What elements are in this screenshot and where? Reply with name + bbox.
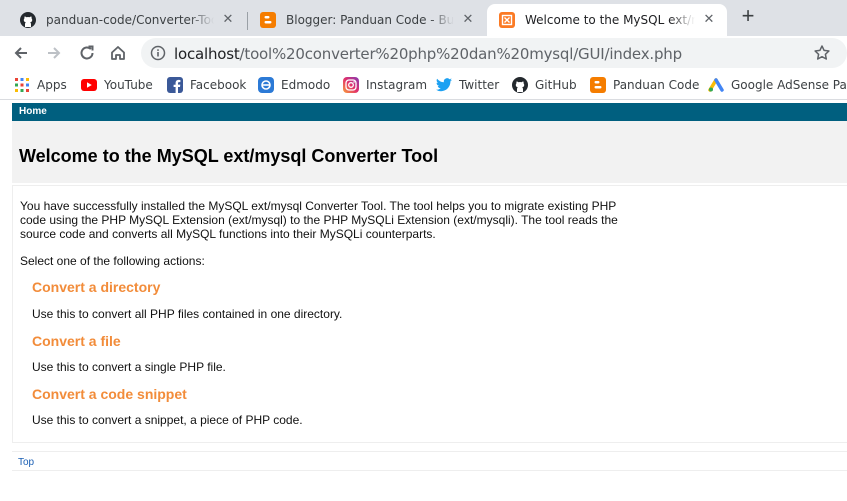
convert-directory-link[interactable]: Convert a directory: [32, 279, 160, 295]
blogger-icon: [590, 77, 606, 93]
main-content: You have successfully installed the MySQ…: [12, 185, 847, 443]
edmodo-icon: [258, 77, 274, 93]
close-icon[interactable]: ✕: [701, 12, 717, 28]
tab-github[interactable]: panduan-code/Converter-Tool-PHP ✕: [8, 4, 246, 36]
home-button[interactable]: [106, 41, 130, 65]
new-tab-button[interactable]: +: [737, 5, 759, 28]
bookmark-label: GitHub: [535, 78, 577, 92]
url-path: /tool%20converter%20php%20dan%20mysql/GU…: [239, 45, 683, 63]
page-viewport: Home Welcome to the MySQL ext/mysql Conv…: [0, 101, 847, 501]
tab-title: panduan-code/Converter-Tool-PHP: [46, 13, 214, 27]
bookmark-label: Twitter: [459, 78, 500, 92]
browser-toolbar: localhost/tool%20converter%20php%20dan%2…: [0, 36, 847, 70]
bookmark-star-icon[interactable]: [813, 44, 831, 67]
bookmark-label: Facebook: [190, 78, 247, 92]
tab-title: Blogger: Panduan Code - Buat entri: [286, 13, 454, 27]
arrow-left-icon: [14, 47, 27, 59]
bookmark-facebook[interactable]: Facebook: [167, 76, 246, 94]
blogger-icon: [260, 12, 276, 28]
bookmark-label: Edmodo: [281, 78, 331, 92]
reload-icon: [80, 45, 94, 60]
actions-prompt: Select one of the following actions:: [20, 254, 205, 268]
convert-snippet-link[interactable]: Convert a code snippet: [32, 386, 187, 402]
github-icon: [20, 12, 36, 28]
apps-grid-icon: [14, 77, 30, 93]
adsense-icon: [708, 77, 724, 93]
bookmark-label: Apps: [37, 78, 67, 92]
home-icon: [111, 46, 125, 60]
bookmark-twitter[interactable]: Twitter: [436, 76, 499, 94]
info-icon[interactable]: [150, 45, 166, 66]
tab-strip: panduan-code/Converter-Tool-PHP ✕ Blogge…: [0, 0, 847, 36]
convert-directory-desc: Use this to convert all PHP files contai…: [32, 307, 343, 321]
close-icon[interactable]: ✕: [220, 12, 236, 28]
page-header: Welcome to the MySQL ext/mysql Converter…: [12, 121, 847, 183]
url-host: localhost: [174, 45, 240, 63]
bookmark-label: Panduan Code: [613, 78, 700, 92]
bookmark-edmodo[interactable]: Edmodo: [258, 76, 330, 94]
bookmark-label: Google AdSense Pa...: [731, 78, 847, 92]
back-button[interactable]: [9, 41, 33, 65]
top-nav-bar: Home: [12, 103, 847, 121]
arrow-right-icon: [48, 47, 61, 59]
instagram-icon: [343, 77, 359, 93]
home-link[interactable]: Home: [19, 106, 47, 117]
bookmark-youtube[interactable]: YouTube: [81, 76, 153, 94]
convert-file-link[interactable]: Convert a file: [32, 333, 121, 349]
bookmark-label: YouTube: [104, 78, 153, 92]
github-icon: [512, 77, 528, 93]
tab-blogger[interactable]: Blogger: Panduan Code - Buat entri ✕: [248, 4, 486, 36]
bookmarks-bar: Apps YouTube Facebook Edmodo Instagram T…: [0, 70, 847, 100]
address-bar[interactable]: localhost/tool%20converter%20php%20dan%2…: [141, 38, 847, 68]
twitter-icon: [436, 77, 452, 93]
tab-mysql-converter[interactable]: Welcome to the MySQL ext/mysql Converter…: [487, 4, 727, 36]
bookmark-apps[interactable]: Apps: [14, 76, 67, 94]
tab-title: Welcome to the MySQL ext/mysql Converter…: [525, 13, 695, 27]
page-title: Welcome to the MySQL ext/mysql Converter…: [19, 146, 439, 166]
bookmark-label: Instagram: [366, 78, 428, 92]
page-footer: Top: [12, 451, 847, 471]
convert-snippet-desc: Use this to convert a snippet, a piece o…: [32, 413, 303, 427]
xampp-icon: [499, 12, 515, 28]
top-link[interactable]: Top: [18, 457, 34, 468]
forward-button[interactable]: [42, 41, 66, 65]
bookmark-panduan-code[interactable]: Panduan Code: [590, 76, 699, 94]
bookmark-instagram[interactable]: Instagram: [343, 76, 427, 94]
reload-button[interactable]: [75, 41, 99, 65]
convert-file-desc: Use this to convert a single PHP file.: [32, 360, 226, 374]
youtube-icon: [81, 77, 97, 93]
facebook-icon: [167, 77, 183, 93]
bookmark-github[interactable]: GitHub: [512, 76, 577, 94]
close-icon[interactable]: ✕: [460, 12, 476, 28]
url-text[interactable]: localhost/tool%20converter%20php%20dan%2…: [174, 45, 682, 63]
bookmark-google-adsense[interactable]: Google AdSense Pa...: [708, 76, 847, 94]
intro-text: You have successfully installed the MySQ…: [20, 199, 618, 241]
